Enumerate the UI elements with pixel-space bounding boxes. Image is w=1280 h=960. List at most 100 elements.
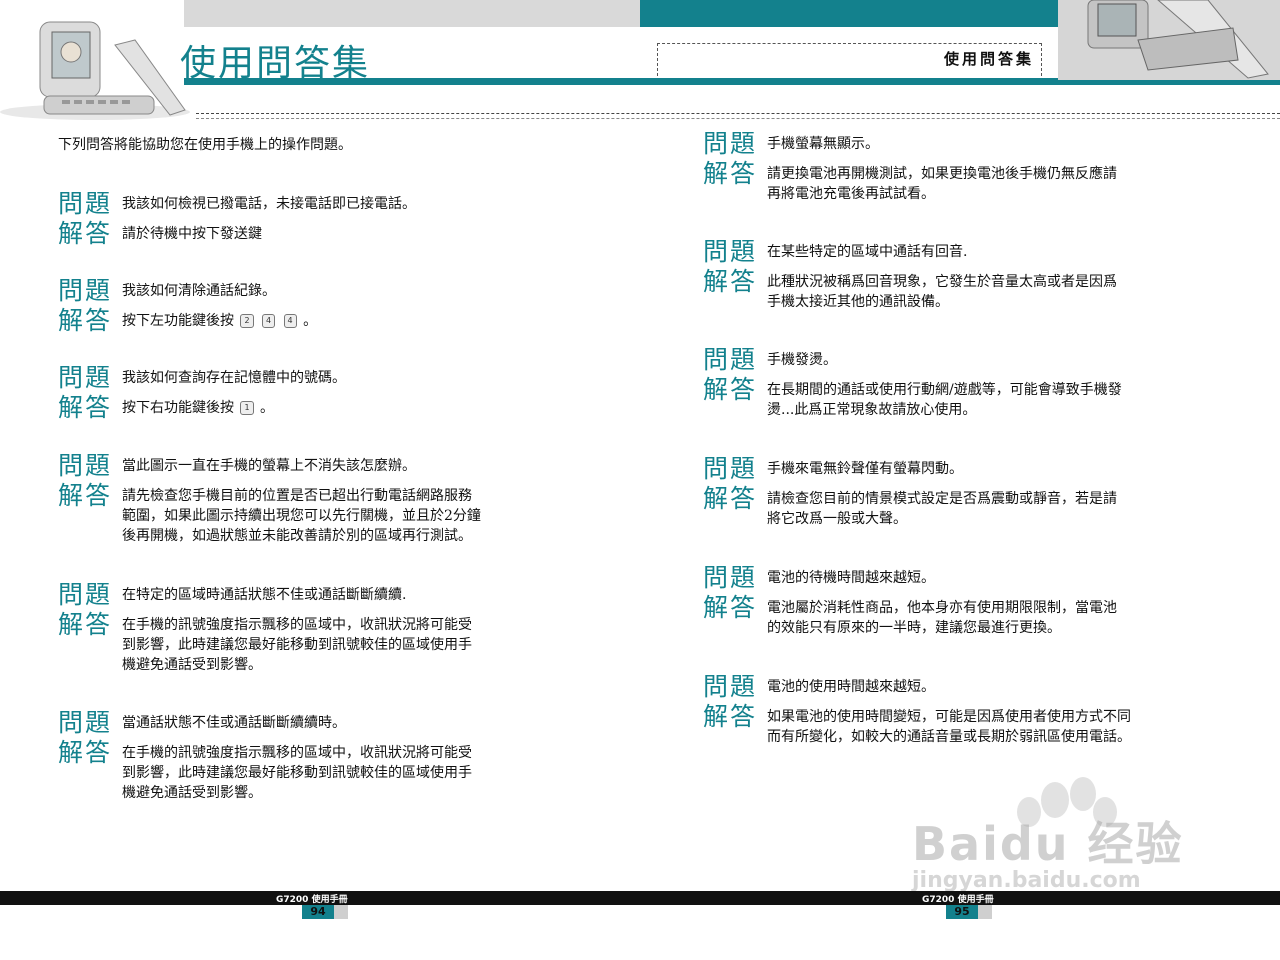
watermark-brand: Baidu 经验 bbox=[912, 817, 1184, 871]
answer-text: 請檢查您目前的情景模式設定是否爲震動或靜音，若是請 將它改爲一般或大聲。 bbox=[767, 484, 1117, 529]
answer-line: 在長期間的通話或使用行動網/遊戲等，可能會導致手機發 bbox=[767, 382, 1122, 398]
question-text: 手機來電無鈴聲僅有螢幕閃動。 bbox=[767, 461, 963, 477]
answer-line: 手機太接近其他的通訊設備。 bbox=[767, 294, 949, 310]
qa-block-left-6: 問題 當通話狀態不佳或通話斷斷續續時。 解答 在手機的訊號強度指示飄移的區域中，收… bbox=[58, 708, 472, 803]
answer-text: 按下左功能鍵後按 2 4 4 。 bbox=[122, 313, 318, 329]
question-label: 問題 bbox=[58, 363, 113, 392]
answer-line: 而有所變化，如較大的通話音量或長期於弱訊區使用電話。 bbox=[767, 729, 1131, 745]
qa-block-left-2: 問題 我該如何清除通話紀錄。 解答 按下左功能鍵後按 2 4 4 。 bbox=[58, 276, 317, 336]
question-label: 問題 bbox=[58, 189, 113, 218]
answer-text: 在長期間的通話或使用行動網/遊戲等，可能會導致手機發 燙...此爲正常現象故請放… bbox=[767, 375, 1122, 420]
header-dashed-line-2 bbox=[196, 118, 1280, 119]
qa-block-left-4: 問題 當此圖示一直在手機的螢幕上不消失該怎麼辦。 解答 請先檢查您手機目前的位置是… bbox=[58, 451, 481, 546]
key-4-icon-b: 4 bbox=[283, 314, 297, 328]
answer-text: 請更換電池再開機測試，如果更換電池後手機仍無反應請 再將電池充電後再試試看。 bbox=[767, 159, 1117, 204]
answer-line: 到影響，此時建議您最好能移動到訊號較佳的區域使用手 bbox=[122, 637, 472, 653]
intro-text: 下列問答將能協助您在使用手機上的操作問題。 bbox=[58, 137, 352, 153]
answer-label: 解答 bbox=[703, 267, 758, 296]
answer-label: 解答 bbox=[58, 219, 113, 248]
answer-text: 在手機的訊號強度指示飄移的區域中，收訊狀況將可能受 到影響，此時建議您最好能移動… bbox=[122, 738, 472, 803]
answer-line: 電池屬於消耗性商品，他本身亦有使用期限限制，當電池 bbox=[767, 600, 1117, 616]
page-number-left: 94 bbox=[302, 905, 334, 919]
answer-label: 解答 bbox=[703, 484, 758, 513]
answer-label: 解答 bbox=[58, 481, 113, 510]
answer-line: 機避免通話受到影響。 bbox=[122, 657, 262, 673]
answer-line: 在手機的訊號強度指示飄移的區域中，收訊狀況將可能受 bbox=[122, 745, 472, 761]
section-label: 使用問答集 bbox=[944, 50, 1035, 68]
answer-text: 按下右功能鍵後按 1 。 bbox=[122, 400, 274, 416]
answer-label: 解答 bbox=[58, 738, 113, 767]
answer-line: 將它改爲一般或大聲。 bbox=[767, 511, 907, 527]
question-text: 在某些特定的區域中通話有回音. bbox=[767, 244, 968, 260]
qa-block-right-1: 問題 手機螢幕無顯示。 解答 請更換電池再開機測試，如果更換電池後手機仍無反應請 … bbox=[703, 129, 1117, 204]
page-number-right: 95 bbox=[946, 905, 978, 919]
question-text: 我該如何清除通話紀錄。 bbox=[122, 283, 276, 299]
footer-bar bbox=[0, 891, 1280, 905]
key-2-icon: 2 bbox=[240, 314, 254, 328]
question-label: 問題 bbox=[58, 708, 113, 737]
question-text: 當通話狀態不佳或通話斷斷續續時。 bbox=[122, 715, 346, 731]
qa-block-left-3: 問題 我該如何查詢存在記憶體中的號碼。 解答 按下右功能鍵後按 1 。 bbox=[58, 363, 346, 423]
answer-label: 解答 bbox=[58, 610, 113, 639]
header-dashed-line bbox=[196, 113, 1280, 114]
question-label: 問題 bbox=[58, 451, 113, 480]
header-grey-bar-left bbox=[184, 0, 640, 27]
answer-line: 請更換電池再開機測試，如果更換電池後手機仍無反應請 bbox=[767, 166, 1117, 182]
answer-text: 請於待機中按下發送鍵 bbox=[122, 226, 262, 242]
answer-line: 機避免通話受到影響。 bbox=[122, 785, 262, 801]
qa-block-right-5: 問題 電池的待機時間越來越短。 解答 電池屬於消耗性商品，他本身亦有使用期限限制，… bbox=[703, 563, 1117, 638]
footer-manual-label-left: G7200 使用手冊 bbox=[276, 895, 348, 905]
answer-line: 再將電池充電後再試試看。 bbox=[767, 186, 935, 202]
page-number-accent-left bbox=[334, 905, 348, 919]
question-text: 電池的待機時間越來越短。 bbox=[767, 570, 935, 586]
answer-line: 範圍，如果此圖示持續出現您可以先行關機，並且於2分鐘 bbox=[122, 508, 481, 524]
answer-line: 請檢查您目前的情景模式設定是否爲震動或靜音，若是請 bbox=[767, 491, 1117, 507]
qa-block-left-5: 問題 在特定的區域時通話狀態不佳或通話斷斷續續. 解答 在手機的訊號強度指示飄移的… bbox=[58, 580, 472, 675]
question-label: 問題 bbox=[58, 580, 113, 609]
question-label: 問題 bbox=[703, 345, 758, 374]
answer-line: 到影響，此時建議您最好能移動到訊號較佳的區域使用手 bbox=[122, 765, 472, 781]
answer-text: 電池屬於消耗性商品，他本身亦有使用期限限制，當電池 的效能只有原來的一半時，建議… bbox=[767, 593, 1117, 638]
answer-label: 解答 bbox=[703, 593, 758, 622]
page-number-accent-right bbox=[978, 905, 992, 919]
question-label: 問題 bbox=[703, 237, 758, 266]
answer-label: 解答 bbox=[703, 702, 758, 731]
answer-line: 如果電池的使用時間變短，可能是因爲使用者使用方式不同 bbox=[767, 709, 1131, 725]
question-label: 問題 bbox=[703, 672, 758, 701]
answer-text: 如果電池的使用時間變短，可能是因爲使用者使用方式不同 而有所變化，如較大的通話音… bbox=[767, 702, 1131, 747]
watermark-url: jingyan.baidu.com bbox=[912, 868, 1141, 893]
qa-block-right-6: 問題 電池的使用時間越來越短。 解答 如果電池的使用時間變短，可能是因爲使用者使用… bbox=[703, 672, 1131, 747]
question-label: 問題 bbox=[58, 276, 113, 305]
question-text: 在特定的區域時通話狀態不佳或通話斷斷續續. bbox=[122, 587, 407, 603]
question-label: 問題 bbox=[703, 454, 758, 483]
qa-block-left-1: 問題 我該如何檢視已撥電話，未接電話即已接電話。 解答 請於待機中按下發送鍵 bbox=[58, 189, 416, 249]
answer-text: 在手機的訊號強度指示飄移的區域中，收訊狀況將可能受 到影響，此時建議您最好能移動… bbox=[122, 610, 472, 675]
question-label: 問題 bbox=[703, 563, 758, 592]
question-text: 電池的使用時間越來越短。 bbox=[767, 679, 935, 695]
answer-text: 請先檢查您手機目前的位置是否已超出行動電話網路服務 範圍，如果此圖示持續出現您可… bbox=[122, 481, 481, 546]
qa-block-right-2: 問題 在某些特定的區域中通話有回音. 解答 此種狀況被稱爲回音現象，它發生於音量太… bbox=[703, 237, 1117, 312]
flip-phone-illustration-right bbox=[1058, 0, 1280, 80]
footer-manual-label-right: G7200 使用手冊 bbox=[922, 895, 994, 905]
question-text: 當此圖示一直在手機的螢幕上不消失該怎麼辦。 bbox=[122, 458, 416, 474]
question-text: 我該如何查詢存在記憶體中的號碼。 bbox=[122, 370, 346, 386]
answer-line: 請先檢查您手機目前的位置是否已超出行動電話網路服務 bbox=[122, 488, 472, 504]
flip-phone-illustration-left bbox=[0, 21, 190, 120]
key-4-icon: 4 bbox=[262, 314, 276, 328]
answer-label: 解答 bbox=[58, 393, 113, 422]
qa-block-right-4: 問題 手機來電無鈴聲僅有螢幕閃動。 解答 請檢查您目前的情景模式設定是否爲震動或靜… bbox=[703, 454, 1117, 529]
answer-line: 後再開機，如過狀態並未能改善請於別的區域再行測試。 bbox=[122, 528, 472, 544]
answer-label: 解答 bbox=[703, 375, 758, 404]
answer-label: 解答 bbox=[703, 159, 758, 188]
header-teal-bar-top bbox=[640, 0, 1058, 27]
answer-line: 在手機的訊號強度指示飄移的區域中，收訊狀況將可能受 bbox=[122, 617, 472, 633]
question-text: 手機發燙。 bbox=[767, 352, 837, 368]
answer-line: 燙...此爲正常現象故請放心使用。 bbox=[767, 402, 977, 418]
question-label: 問題 bbox=[703, 129, 758, 158]
answer-line: 的效能只有原來的一半時，建議您最進行更換。 bbox=[767, 620, 1061, 636]
key-1-icon: 1 bbox=[240, 401, 254, 415]
page-title: 使用問答集 bbox=[180, 43, 371, 84]
qa-block-right-3: 問題 手機發燙。 解答 在長期間的通話或使用行動網/遊戲等，可能會導致手機發 燙.… bbox=[703, 345, 1122, 420]
answer-line: 此種狀況被稱爲回音現象，它發生於音量太高或者是因爲 bbox=[767, 274, 1117, 290]
answer-label: 解答 bbox=[58, 306, 113, 335]
